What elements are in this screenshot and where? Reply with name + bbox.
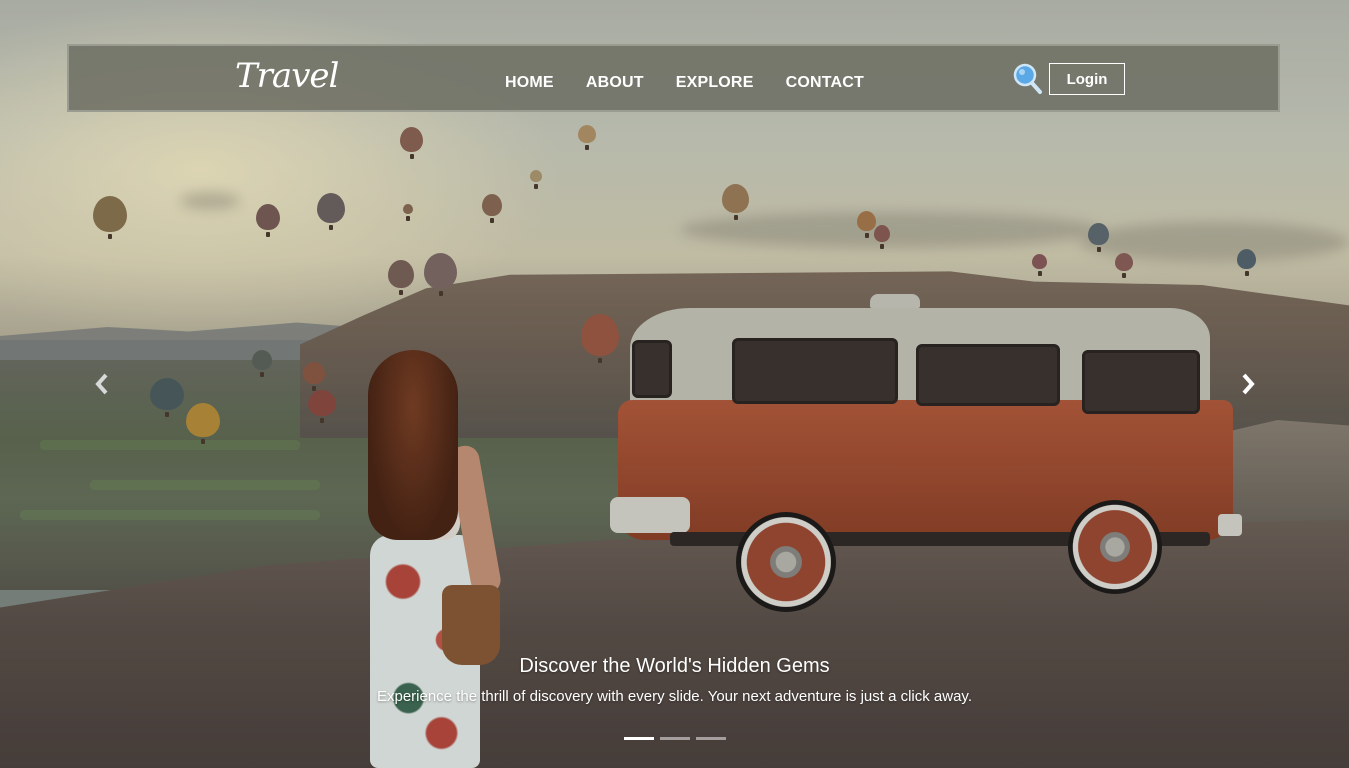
carousel-prev-button[interactable]: [90, 370, 114, 398]
nav-explore-link[interactable]: EXPLORE: [676, 74, 754, 92]
brand-logo[interactable]: Travel: [235, 56, 339, 96]
navbar: Travel HOME ABOUT EXPLORE CONTACT Login: [67, 44, 1280, 112]
hero-carousel: [0, 0, 1349, 768]
caption-text: Experience the thrill of discovery with …: [376, 688, 972, 705]
carousel-indicator-3[interactable]: [696, 737, 726, 740]
chevron-left-icon: [95, 373, 108, 395]
nav-links: HOME ABOUT EXPLORE CONTACT: [505, 74, 896, 92]
hero-overlay: [0, 0, 1349, 768]
carousel-indicator-1[interactable]: [624, 737, 654, 740]
caption-title: Discover the World's Hidden Gems: [519, 655, 830, 677]
nav-about-link[interactable]: ABOUT: [586, 74, 644, 92]
carousel-indicators: [624, 737, 726, 740]
login-button[interactable]: Login: [1049, 63, 1125, 95]
carousel-indicator-2[interactable]: [660, 737, 690, 740]
carousel-caption: Discover the World's Hidden Gems Experie…: [0, 655, 1349, 705]
search-button[interactable]: [1013, 62, 1043, 96]
carousel-next-button[interactable]: [1236, 370, 1260, 398]
chevron-right-icon: [1242, 373, 1255, 395]
magnifier-icon: [1013, 63, 1042, 94]
nav-contact-link[interactable]: CONTACT: [786, 74, 864, 92]
nav-home-link[interactable]: HOME: [505, 74, 554, 92]
